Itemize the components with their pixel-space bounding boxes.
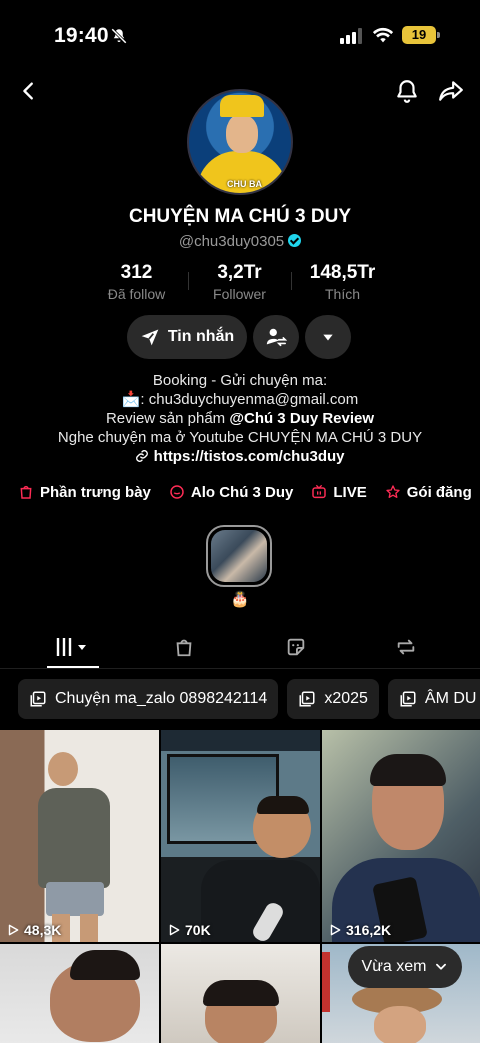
- playlist-chip[interactable]: ÂM DU: [387, 679, 480, 719]
- profile-stats: 312 Đã follow 3,2Tr Follower 148,5Tr Thí…: [85, 262, 395, 304]
- profile-shortcuts: Phần trưng bày Alo Chú 3 Duy LIVE Gói đă…: [18, 480, 472, 504]
- stat-following[interactable]: 312 Đã follow: [85, 262, 188, 304]
- story-highlight[interactable]: [206, 525, 272, 587]
- bio-line: 📩: chu3duychuyenma@gmail.com: [0, 390, 480, 409]
- profile-bio: Booking - Gửi chuyện ma: 📩: chu3duychuye…: [0, 371, 480, 466]
- stat-label: Thích: [324, 286, 360, 302]
- user-swap-icon: [266, 328, 287, 347]
- active-tab-indicator: [47, 666, 99, 668]
- recently-viewed-label: Vừa xem: [361, 958, 427, 975]
- sticker-icon: [287, 638, 305, 656]
- bio-line: Nghe chuyện ma ở Youtube CHUYỆN MA CHÚ 3…: [57, 429, 423, 446]
- bio-link[interactable]: https://tistos.com/chu3duy: [0, 447, 480, 466]
- stat-value: 3,2Tr: [217, 262, 262, 283]
- highlight-thumbnail: [211, 530, 267, 582]
- shortcut-subscription[interactable]: Gói đăng: [385, 480, 472, 504]
- notification-button[interactable]: [390, 74, 424, 108]
- bell-muted-icon: [111, 28, 127, 44]
- grid-icon: [56, 638, 86, 656]
- playlist-chip[interactable]: Chuyện ma_zalo 0898242114: [18, 679, 279, 719]
- friends-button[interactable]: [253, 315, 299, 359]
- shortcut-showcase[interactable]: Phần trưng bày: [18, 480, 151, 504]
- message-button-label: Tin nhắn: [167, 328, 235, 345]
- video-thumbnail[interactable]: 70K: [161, 730, 320, 942]
- stat-value: 312: [120, 262, 153, 283]
- status-bar: 19:40 19: [0, 0, 480, 70]
- recently-viewed-button[interactable]: Vừa xem: [348, 946, 462, 988]
- shortcut-live[interactable]: LIVE: [311, 480, 367, 504]
- back-button[interactable]: [12, 74, 46, 108]
- tab-favorites[interactable]: [276, 633, 316, 661]
- username-handle: @chu3duy0305: [178, 233, 285, 250]
- link-icon: [136, 450, 149, 462]
- bio-line: Review sản phẩm @Chú 3 Duy Review: [105, 410, 375, 427]
- avatar-caption: CHU BA: [227, 179, 262, 189]
- tab-videos[interactable]: [52, 633, 92, 661]
- playlist-icon: [400, 691, 416, 707]
- video-thumbnail[interactable]: 48,3K: [0, 730, 159, 942]
- verified-badge-icon: [288, 234, 302, 247]
- handle-row: @chu3duy0305: [0, 233, 480, 250]
- stat-label: Đã follow: [107, 286, 166, 302]
- play-outline-icon: [8, 924, 19, 936]
- view-count: 316,2K: [328, 922, 391, 938]
- chevron-down-icon: [436, 963, 447, 970]
- stat-followers[interactable]: 3,2Tr Follower: [188, 262, 291, 304]
- bio-line: Booking - Gửi chuyện ma:: [152, 372, 328, 389]
- playlist-row: Chuyện ma_zalo 0898242114 x2025 ÂM DU: [18, 679, 480, 719]
- playlist-chip[interactable]: x2025: [287, 679, 379, 719]
- share-button[interactable]: [434, 74, 468, 108]
- video-thumbnail[interactable]: [0, 944, 159, 1043]
- tv-icon: [312, 484, 327, 499]
- shortcut-group-chat[interactable]: Alo Chú 3 Duy: [169, 480, 293, 504]
- star-icon: [386, 485, 400, 498]
- bag-icon: [20, 485, 32, 499]
- status-time: 19:40: [54, 24, 109, 47]
- chevron-left-icon: [23, 82, 33, 100]
- tab-shop[interactable]: [164, 633, 204, 661]
- send-icon: [141, 329, 159, 346]
- content-tabs: [0, 625, 480, 669]
- stat-value: 148,5Tr: [309, 262, 376, 283]
- message-button[interactable]: Tin nhắn: [127, 315, 247, 359]
- chat-icon: [170, 485, 184, 499]
- view-count: 70K: [167, 922, 211, 938]
- share-arrow-icon: [439, 81, 463, 101]
- playlist-icon: [299, 691, 315, 707]
- bio-email: : chu3duychuyenma@gmail.com: [140, 391, 359, 408]
- display-name: CHUYỆN MA CHÚ 3 DUY: [128, 206, 352, 227]
- profile-avatar[interactable]: CHU BA: [187, 89, 293, 195]
- envelope-icon: 📩: [121, 391, 141, 408]
- video-thumbnail[interactable]: 316,2K: [322, 730, 480, 942]
- bio-mention[interactable]: @Chú 3 Duy Review: [229, 410, 374, 427]
- play-outline-icon: [330, 924, 341, 936]
- tab-reposts[interactable]: [386, 633, 426, 661]
- wifi-icon: [372, 27, 394, 43]
- playlist-icon: [30, 691, 46, 707]
- video-thumbnail[interactable]: [161, 944, 320, 1043]
- cellular-signal-icon: [340, 28, 362, 44]
- cake-icon: 🎂: [230, 591, 250, 608]
- repost-icon: [397, 639, 415, 655]
- stat-label: Follower: [213, 286, 266, 302]
- view-count: 48,3K: [6, 922, 61, 938]
- stat-likes[interactable]: 148,5Tr Thích: [291, 262, 394, 304]
- profile-actions: Tin nhắn: [127, 315, 351, 359]
- caret-down-icon: [323, 334, 333, 341]
- video-grid: 48,3K 70K 316,2K: [0, 730, 480, 1043]
- bell-icon: [397, 80, 417, 103]
- more-options-button[interactable]: [305, 315, 351, 359]
- battery-indicator: 19: [402, 26, 440, 44]
- play-outline-icon: [169, 924, 180, 936]
- bag-outline-icon: [176, 639, 192, 657]
